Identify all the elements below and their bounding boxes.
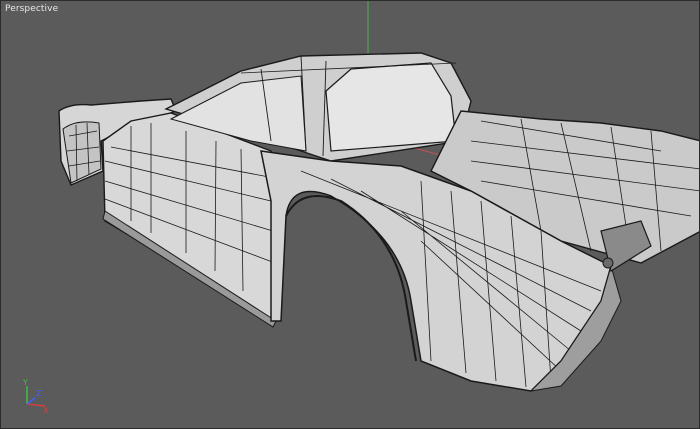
gizmo-y-label: Y	[22, 378, 28, 387]
left-body-side-mesh	[102, 112, 282, 328]
perspective-viewport[interactable]: Perspective Y X Z	[0, 0, 700, 429]
axis-gizmo: Y X Z	[22, 378, 49, 414]
gizmo-z-label: Z	[36, 389, 42, 398]
gizmo-z-axis	[26, 397, 36, 405]
gizmo-x-label: X	[43, 406, 49, 414]
car-mesh-wireframe[interactable]	[1, 1, 700, 429]
viewport-label[interactable]: Perspective	[5, 4, 58, 14]
